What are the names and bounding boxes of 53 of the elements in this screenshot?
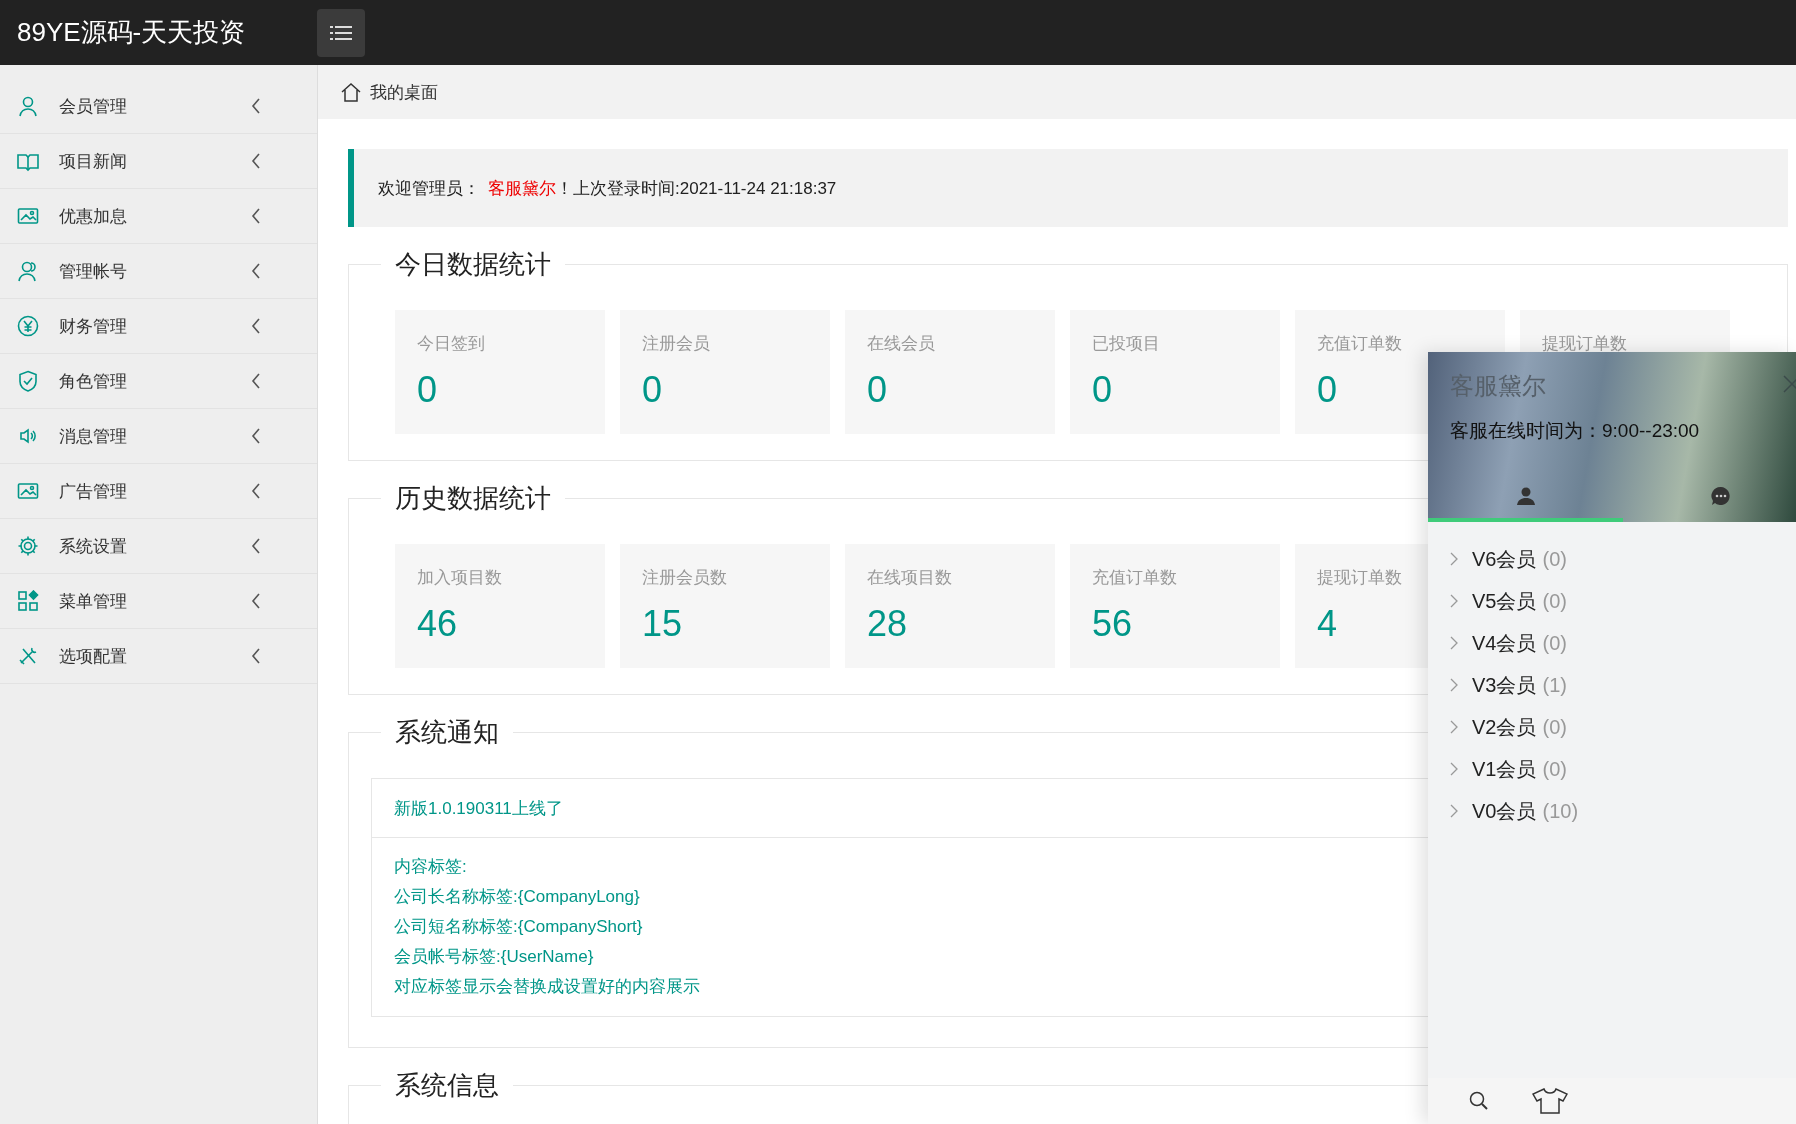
sidebar-item[interactable]: 财务管理	[0, 299, 317, 354]
notice-line: 对应标签显示会替换成设置好的内容展示	[394, 976, 700, 998]
sidebar-item[interactable]: 优惠加息	[0, 189, 317, 244]
contact-group[interactable]: V6会员 (0)	[1450, 538, 1567, 580]
stat-label: 提现订单数	[1317, 567, 1402, 589]
section-title: 历史数据统计	[394, 482, 552, 515]
stat-label: 加入项目数	[417, 567, 502, 589]
notice-line: 会员帐号标签:{UserName}	[394, 946, 594, 968]
sidebar-item[interactable]: 角色管理	[0, 354, 317, 409]
sidebar-item[interactable]: 菜单管理	[0, 574, 317, 629]
stat-label: 充值订单数	[1092, 567, 1177, 589]
section-title: 系统信息	[394, 1069, 500, 1102]
stat-value: 0	[867, 369, 888, 411]
contact-group[interactable]: V2会员 (0)	[1450, 706, 1567, 748]
service-hours-text: 客服在线时间为：9:00--23:00	[1450, 419, 1700, 443]
sidebar-item[interactable]: 管理帐号	[0, 244, 317, 299]
contact-group[interactable]: V0会员 (10)	[1450, 790, 1579, 832]
stat-label: 今日签到	[417, 333, 485, 355]
stat-value: 0	[1317, 369, 1338, 411]
stat-label: 充值订单数	[1317, 333, 1402, 355]
section-title: 系统通知	[394, 716, 500, 749]
stat-label: 已投项目	[1092, 333, 1160, 355]
stat-value: 28	[867, 603, 908, 645]
stat-value: 0	[417, 369, 438, 411]
sidebar-item[interactable]: 选项配置	[0, 629, 317, 684]
stat-value: 56	[1092, 603, 1133, 645]
stat-value: 0	[642, 369, 663, 411]
stat-value: 46	[417, 603, 458, 645]
sidebar-item[interactable]: 系统设置	[0, 519, 317, 574]
breadcrumb-link[interactable]: 我的桌面	[370, 80, 438, 104]
notice-line: 公司长名称标签:{CompanyLong}	[394, 886, 640, 908]
sidebar-item[interactable]: 会员管理	[0, 79, 317, 134]
contact-group[interactable]: V3会员 (1)	[1450, 664, 1567, 706]
notice-line: 内容标签:	[394, 856, 467, 878]
stat-label: 注册会员数	[642, 567, 727, 589]
stat-value: 4	[1317, 603, 1338, 645]
site-logo-text: 89YE源码-天天投资	[17, 16, 247, 49]
contact-group[interactable]: V4会员 (0)	[1450, 622, 1567, 664]
stat-value: 15	[642, 603, 683, 645]
contact-group[interactable]: V5会员 (0)	[1450, 580, 1567, 622]
section-title: 今日数据统计	[394, 248, 552, 281]
welcome-message: 欢迎管理员： 客服黛尔！上次登录时间:2021-11-24 21:18:37	[378, 177, 837, 200]
notice-headline[interactable]: 新版1.0.190311上线了	[394, 796, 563, 820]
sidebar-item[interactable]: 项目新闻	[0, 134, 317, 189]
stat-label: 在线项目数	[867, 567, 952, 589]
sidebar-item[interactable]: 广告管理	[0, 464, 317, 519]
stat-label: 注册会员	[642, 333, 710, 355]
stat-value: 0	[1092, 369, 1113, 411]
contact-group[interactable]: V1会员 (0)	[1450, 748, 1567, 790]
stat-label: 提现订单数	[1542, 333, 1627, 355]
stat-label: 在线会员	[867, 333, 935, 355]
sidebar-item[interactable]: 消息管理	[0, 409, 317, 464]
notice-line: 公司短名称标签:{CompanyShort}	[394, 916, 643, 938]
